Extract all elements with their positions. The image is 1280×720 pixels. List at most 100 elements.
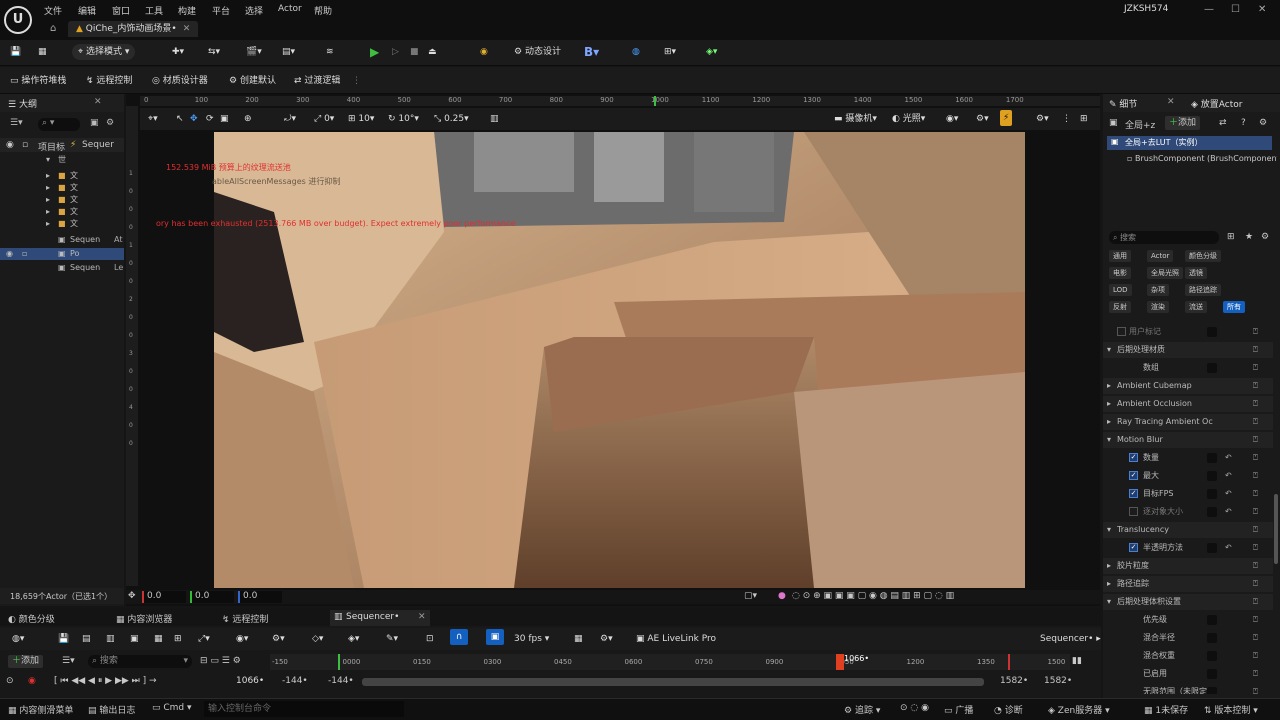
globe-icon[interactable]: ◍: [632, 44, 640, 60]
minimize-icon[interactable]: —: [1204, 4, 1214, 15]
diagnostics-button[interactable]: ◔ 诊断: [994, 703, 1023, 716]
menu-actor[interactable]: Actor: [278, 4, 302, 14]
sequence-name[interactable]: Sequencer• ▸: [1040, 631, 1101, 647]
close-icon[interactable]: ✕: [418, 612, 426, 622]
graph-icon[interactable]: ▦: [574, 631, 583, 647]
blueprint-b-icon[interactable]: B▾: [584, 44, 599, 60]
list-item[interactable]: ■ ▸ 文: [0, 194, 124, 206]
close-icon[interactable]: ✕: [1167, 97, 1175, 107]
filter-chip[interactable]: Actor: [1147, 250, 1174, 262]
coord-x[interactable]: 0.0: [142, 591, 186, 603]
property-row[interactable]: 无限范围（未限定） ⍞: [1103, 684, 1273, 694]
livelink-button[interactable]: ▣ AE LiveLink Pro: [636, 631, 716, 647]
menu-build[interactable]: 构建: [178, 4, 196, 17]
value-field[interactable]: [1207, 687, 1217, 694]
property-row[interactable]: ✓ 目标FPS ↶ ⍞: [1103, 486, 1273, 502]
details-scrollbar[interactable]: [1274, 494, 1278, 564]
view-end[interactable]: 1582•: [1044, 676, 1072, 686]
checkbox[interactable]: [1129, 507, 1138, 516]
checkbox[interactable]: ✓: [1129, 489, 1138, 498]
track-search-input[interactable]: ⌕ 搜索 ▾: [88, 655, 192, 668]
lighting-button[interactable]: ◐ 光照▾: [892, 111, 925, 127]
scale-icon[interactable]: ▣: [220, 111, 229, 127]
property-row[interactable]: 混合半径 ⍞: [1103, 630, 1273, 646]
property-row[interactable]: 逐对象大小 ↶ ⍞: [1103, 504, 1273, 520]
list-item[interactable]: ▣ Sequen Le: [0, 262, 124, 274]
value-field[interactable]: [1207, 471, 1217, 481]
gear-icon[interactable]: ⚙: [106, 118, 114, 128]
help-icon[interactable]: ?: [1241, 118, 1246, 128]
details-tab[interactable]: ✎ 细节: [1109, 97, 1137, 110]
filter-chip[interactable]: 杂项: [1147, 284, 1169, 296]
timeline-scrollbar[interactable]: [362, 678, 984, 686]
expand-icon[interactable]: ▸: [46, 170, 50, 182]
filter-chip[interactable]: 流送: [1185, 301, 1207, 313]
realtime-icon[interactable]: ⚡: [1000, 110, 1013, 126]
reset-icon[interactable]: ↶: [1225, 450, 1232, 466]
play-end[interactable]: 1582•: [1000, 676, 1028, 686]
checkbox[interactable]: ✓: [1129, 453, 1138, 462]
angle-snap-button[interactable]: ⊞ 10▾: [348, 111, 374, 127]
create-default-button[interactable]: ⚙ 创建默认: [229, 73, 276, 89]
timeline-ruler[interactable]: -150 0000 0150 0300 0450 0600 0750 0900 1050 1200…: [270, 654, 1070, 670]
value-field[interactable]: [1207, 453, 1217, 463]
star-icon[interactable]: ★: [1245, 232, 1253, 242]
expand-icon[interactable]: ▸: [46, 194, 50, 206]
camera-speed-icon[interactable]: ▥: [490, 111, 499, 127]
checkbox[interactable]: [1117, 327, 1126, 336]
tab-color-grading[interactable]: ◐ 颜色分级: [8, 612, 55, 625]
pin-icon[interactable]: ⍞: [1253, 432, 1258, 448]
value-field[interactable]: [1207, 363, 1217, 373]
lock-icon[interactable]: ▫: [22, 248, 27, 260]
property-group[interactable]: ▸ 胶片粒度 ⍞: [1103, 558, 1273, 574]
value-field[interactable]: [1207, 615, 1217, 625]
menu-edit[interactable]: 编辑: [78, 4, 96, 17]
cursor-icon[interactable]: ⊡: [426, 631, 434, 647]
level-tab[interactable]: ▲ QiChe_内饰动画场景• ✕: [68, 21, 199, 37]
render-icon[interactable]: ▥: [106, 631, 115, 647]
value-field[interactable]: [1207, 633, 1217, 643]
property-row[interactable]: ✓ 数量 ↶ ⍞: [1103, 450, 1273, 466]
reset-icon[interactable]: ↶: [1225, 486, 1232, 502]
blueprint-icon[interactable]: ⇆▾: [208, 44, 220, 60]
view-options-icon[interactable]: ▢▾: [744, 591, 757, 601]
coord-y[interactable]: 0.0: [190, 591, 234, 603]
step-icon[interactable]: ▷: [392, 44, 399, 60]
source-control-button[interactable]: ⇅ 版本控制 ▾: [1204, 703, 1258, 716]
scroll-handle-icon[interactable]: ▮▮: [1072, 656, 1082, 666]
status-icons[interactable]: ⊙ ◌ ◉: [900, 703, 929, 713]
value-field[interactable]: [1207, 507, 1217, 517]
value-field[interactable]: [1207, 669, 1217, 679]
magnet-icon[interactable]: ∩: [450, 629, 468, 645]
list-item[interactable]: ■ ▸ 文: [0, 218, 124, 230]
rotate-icon[interactable]: ⟳: [206, 111, 214, 127]
checkbox[interactable]: ✓: [1129, 543, 1138, 552]
viewport-settings-icon[interactable]: ⚙▾: [1036, 111, 1049, 127]
tab-content-browser[interactable]: ▦ 内容浏览器: [116, 612, 172, 625]
curve-icon[interactable]: ▦: [154, 631, 163, 647]
property-group[interactable]: ▾ Translucency ⍞: [1103, 522, 1273, 538]
property-row[interactable]: ✓ 半透明方法 ↶ ⍞: [1103, 540, 1273, 556]
property-row[interactable]: 已启用 ⍞: [1103, 666, 1273, 682]
blueprint-icon[interactable]: ⇄: [1219, 118, 1227, 128]
settings-icon[interactable]: ⚙▾: [600, 631, 613, 647]
transition-logic-button[interactable]: ⇄ 过渡逻辑: [294, 73, 340, 89]
close-icon[interactable]: ✕: [183, 24, 191, 34]
playback-options-icon[interactable]: ⚙▾: [272, 631, 285, 647]
value-field[interactable]: [1207, 543, 1217, 553]
cmd-dropdown[interactable]: ▭ Cmd ▾: [152, 703, 192, 713]
brush-component-row[interactable]: ▫ BrushComponent (BrushComponent): [1127, 154, 1277, 166]
property-row[interactable]: ✓ 最大 ↶ ⍞: [1103, 468, 1273, 484]
expand-icon[interactable]: ▸: [46, 206, 50, 218]
filter-chip[interactable]: 通用: [1109, 250, 1131, 262]
gear-icon[interactable]: ⚙: [1261, 232, 1269, 242]
layout-icon[interactable]: ⊞: [1080, 111, 1088, 127]
more-icon[interactable]: ⋮: [1062, 111, 1071, 127]
fps-dropdown[interactable]: 30 fps ▾: [514, 631, 549, 647]
remote-control-button[interactable]: ↯ 远程控制: [86, 73, 132, 89]
dynamic-design-button[interactable]: ⚙ 动态设计: [514, 44, 561, 60]
rot-snap-button[interactable]: ↻ 10°▾: [388, 111, 419, 127]
add-component-button[interactable]: ＋添加: [1165, 116, 1201, 130]
menu-platform[interactable]: 平台: [212, 4, 230, 17]
chevron-right-icon[interactable]: ▸: [1107, 576, 1111, 592]
